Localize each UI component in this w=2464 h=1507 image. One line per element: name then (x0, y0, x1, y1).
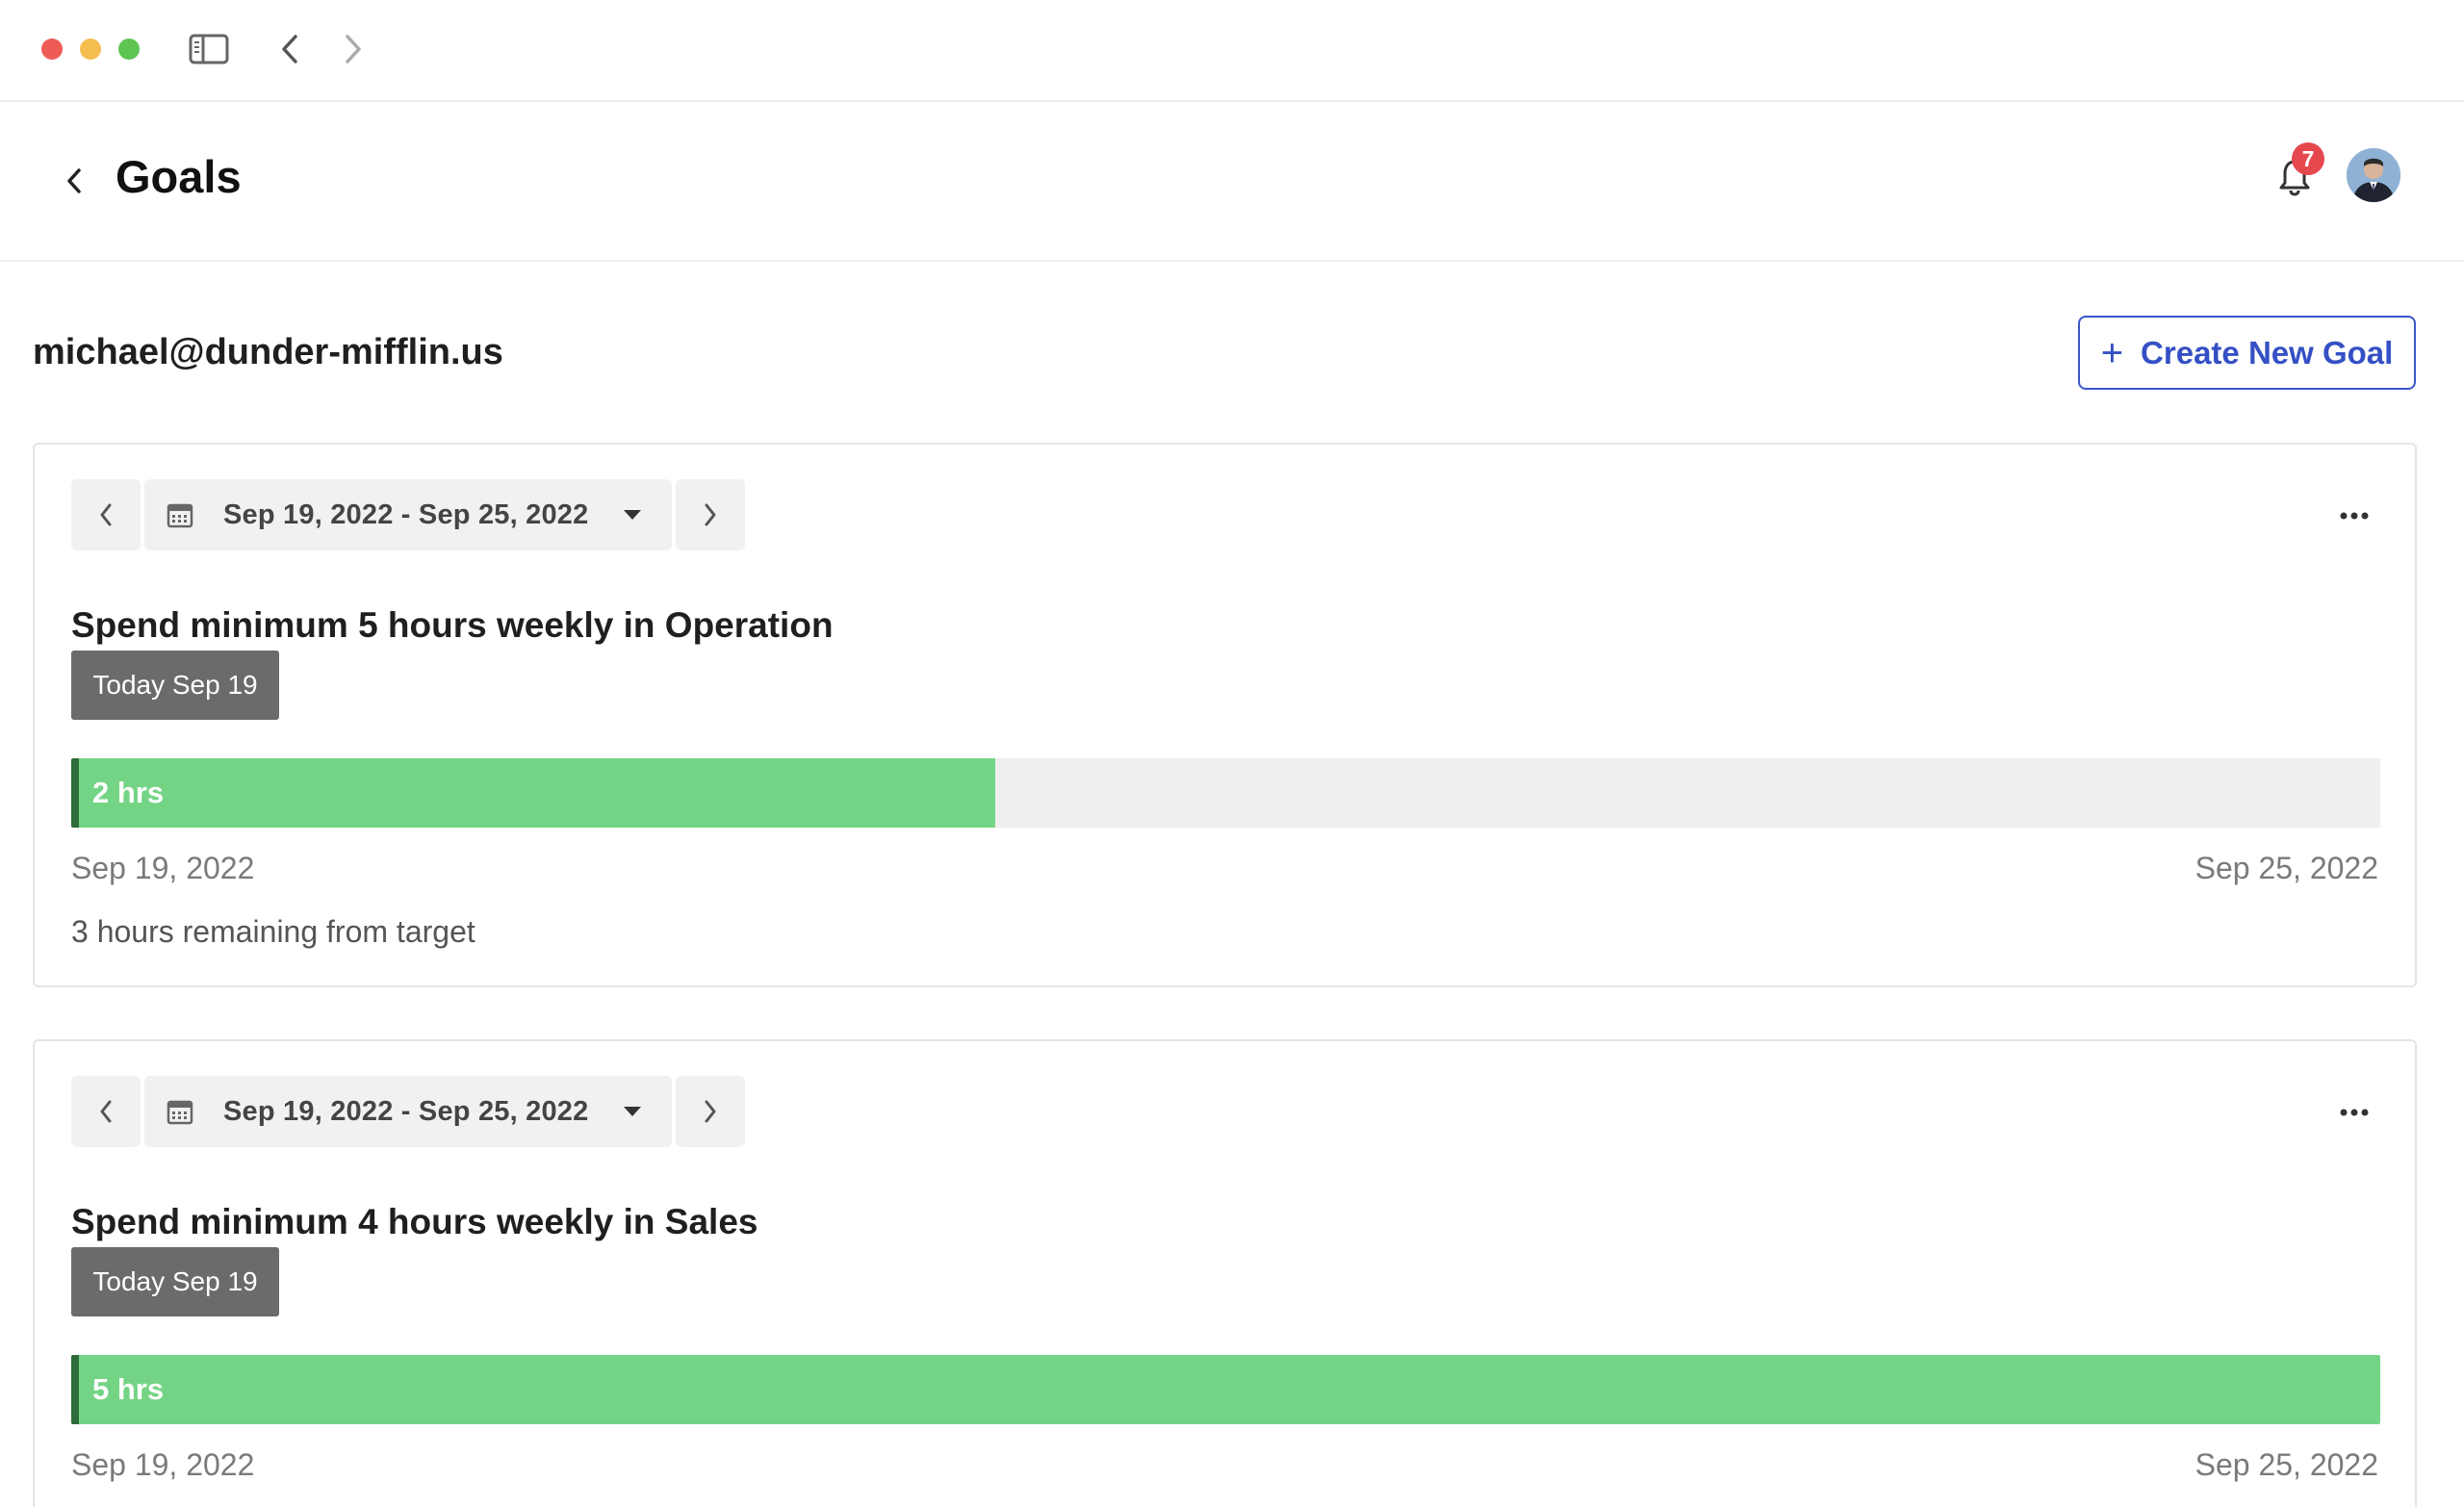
plus-icon: + (2100, 331, 2124, 374)
close-window-icon[interactable] (41, 38, 63, 60)
chevron-right-icon (705, 1100, 716, 1123)
today-marker: Today Sep 19 (71, 651, 279, 720)
date-range-text: Sep 19, 2022 - Sep 25, 2022 (223, 498, 589, 530)
end-date: Sep 25, 2022 (2194, 1447, 2378, 1482)
progress-fill (71, 758, 995, 828)
date-range-picker[interactable]: Sep 19, 2022 - Sep 25, 2022 (144, 1076, 672, 1147)
create-new-goal-button[interactable]: + Create New Goal (2078, 316, 2416, 390)
chevron-right-icon[interactable] (335, 29, 372, 69)
progress-fill (71, 1355, 2380, 1424)
chevron-right-icon (705, 503, 716, 526)
avatar[interactable] (2347, 148, 2400, 202)
calendar-icon (166, 1097, 194, 1126)
goal-card: Sep 19, 2022 - Sep 25, 2022 Spend minimu… (33, 443, 2417, 987)
page-header: Goals 7 (0, 102, 2464, 262)
remaining-text: 3 hours remaining from target (71, 914, 475, 949)
progress-bar: 5 hrs (71, 1355, 2380, 1424)
sidebar-toggle-icon[interactable] (187, 29, 231, 69)
date-range-navigator: Sep 19, 2022 - Sep 25, 2022 (71, 1076, 745, 1147)
create-new-goal-label: Create New Goal (2141, 334, 2394, 370)
chevron-left-icon[interactable] (60, 156, 89, 206)
zoom-window-icon[interactable] (118, 38, 140, 60)
start-date: Sep 19, 2022 (71, 1447, 255, 1482)
goal-title: Spend minimum 4 hours weekly in Sales (71, 1202, 758, 1241)
progress-label: 5 hrs (92, 1372, 165, 1406)
more-horizontal-icon (2340, 512, 2369, 520)
user-email: michael@dunder-mifflin.us (33, 332, 503, 372)
progress-label: 2 hrs (92, 776, 165, 809)
chevron-left-icon (100, 1100, 112, 1123)
today-marker: Today Sep 19 (71, 1247, 279, 1316)
start-date: Sep 19, 2022 (71, 851, 255, 885)
caret-down-icon (623, 1106, 644, 1117)
goal-card: Sep 19, 2022 - Sep 25, 2022 Spend minimu… (33, 1039, 2417, 1507)
previous-week-button[interactable] (71, 479, 141, 550)
progress-bar: 2 hrs (71, 758, 2380, 828)
next-week-button[interactable] (676, 1076, 745, 1147)
end-date: Sep 25, 2022 (2194, 851, 2378, 885)
minimize-window-icon[interactable] (80, 38, 101, 60)
calendar-icon (166, 500, 194, 529)
chevron-left-icon[interactable] (271, 29, 308, 69)
date-range-picker[interactable]: Sep 19, 2022 - Sep 25, 2022 (144, 479, 672, 550)
more-options-button[interactable] (2325, 1084, 2383, 1141)
date-range-navigator: Sep 19, 2022 - Sep 25, 2022 (71, 479, 745, 550)
more-options-button[interactable] (2325, 487, 2383, 545)
caret-down-icon (623, 509, 644, 521)
window-titlebar (0, 0, 2464, 102)
notification-badge: 7 (2292, 142, 2324, 175)
date-range-text: Sep 19, 2022 - Sep 25, 2022 (223, 1095, 589, 1127)
more-horizontal-icon (2340, 1109, 2369, 1116)
chevron-left-icon (100, 503, 112, 526)
page-title: Goals (116, 151, 242, 202)
next-week-button[interactable] (676, 479, 745, 550)
goal-title: Spend minimum 5 hours weekly in Operatio… (71, 605, 834, 645)
previous-week-button[interactable] (71, 1076, 141, 1147)
